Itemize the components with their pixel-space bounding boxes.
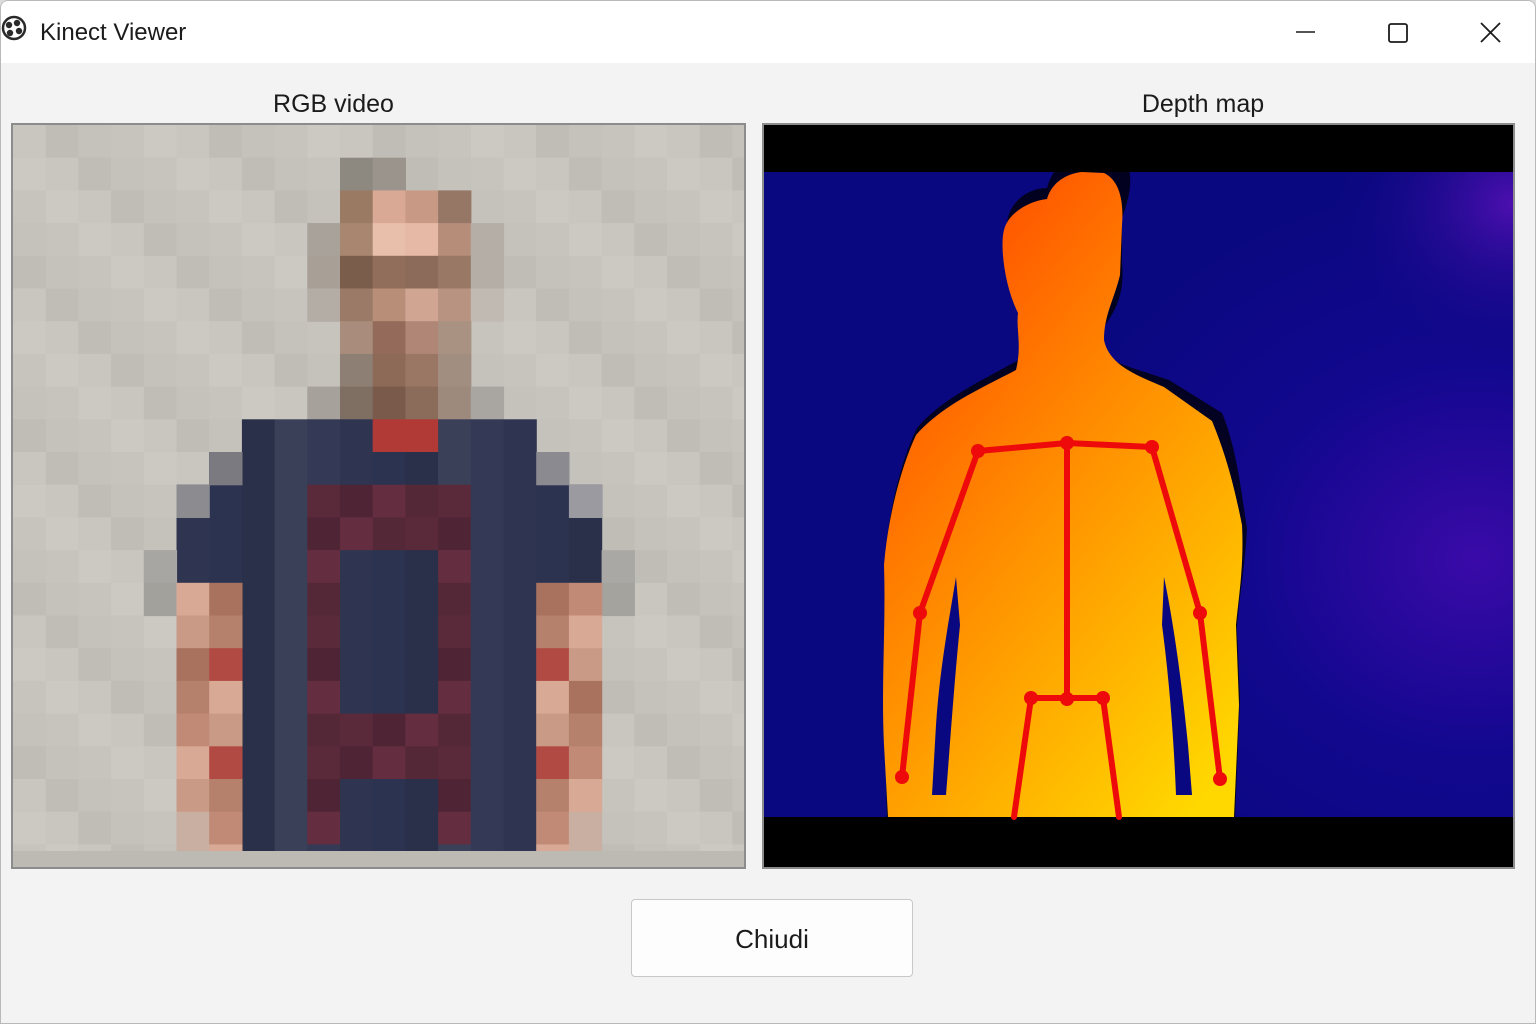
pixelated-person-image	[13, 125, 744, 867]
title-bar[interactable]: Kinect Viewer	[1, 1, 1535, 63]
depth-map-label: Depth map	[1141, 90, 1265, 118]
maximize-button[interactable]	[1351, 1, 1443, 63]
depth-silhouette-image	[764, 125, 1513, 867]
minimize-button[interactable]	[1259, 1, 1351, 63]
maximize-icon	[1388, 23, 1408, 43]
kinect-app-icon	[1, 15, 31, 45]
rgb-video-view	[11, 123, 746, 869]
chiudi-button[interactable]: Chiudi	[631, 899, 913, 977]
minimize-icon	[1296, 31, 1315, 33]
window-title: Kinect Viewer	[40, 19, 187, 46]
close-icon	[1480, 22, 1501, 43]
depth-map-view	[762, 123, 1515, 869]
rgb-video-label: RGB video	[273, 90, 394, 118]
close-window-button[interactable]	[1443, 1, 1535, 63]
kinect-viewer-window: Kinect Viewer RGB video Depth map Chiudi	[0, 0, 1536, 1024]
